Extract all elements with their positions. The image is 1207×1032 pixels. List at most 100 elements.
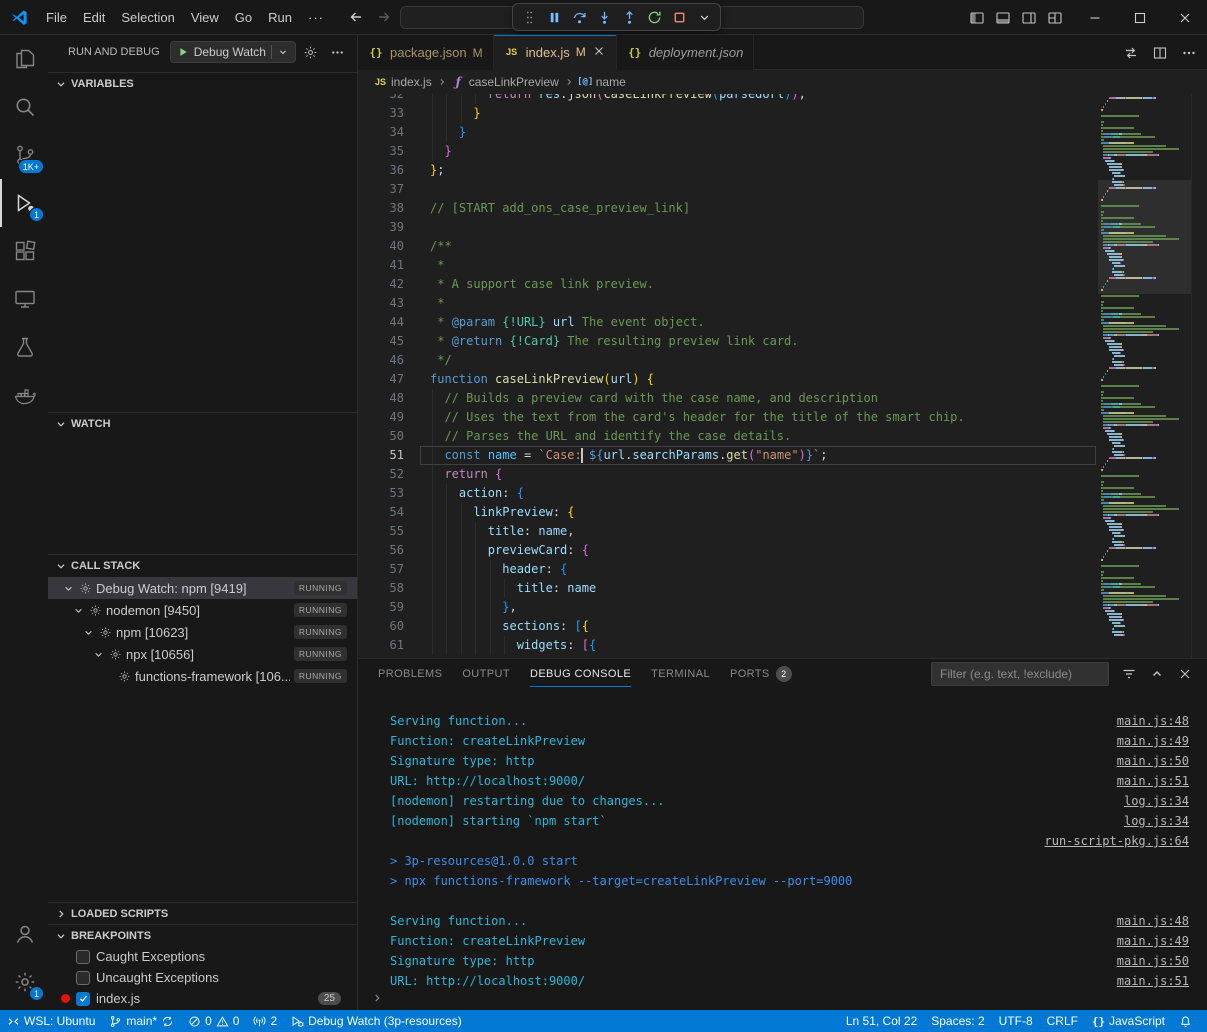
- line-number[interactable]: 48: [358, 389, 404, 408]
- close-window-icon[interactable]: [1177, 10, 1193, 26]
- editor-tab-deployment.json[interactable]: {}deployment.json: [617, 35, 755, 70]
- line-number[interactable]: 35: [358, 142, 404, 161]
- code-line-36[interactable]: 36};: [358, 161, 1098, 180]
- menu-go[interactable]: Go: [227, 7, 260, 28]
- activity-run-and-debug[interactable]: 1: [0, 179, 48, 227]
- code-line-53[interactable]: 53 action: {: [358, 484, 1098, 503]
- code-line-34[interactable]: 34 }: [358, 123, 1098, 142]
- source-link[interactable]: main.js:51: [1117, 971, 1189, 991]
- code-line-46[interactable]: 46 */: [358, 351, 1098, 370]
- code-line-38[interactable]: 38// [START add_ons_case_preview_link]: [358, 199, 1098, 218]
- source-link[interactable]: main.js:49: [1117, 731, 1189, 751]
- breakpoint-row[interactable]: Caught Exceptions: [48, 946, 357, 967]
- start-debugging-icon[interactable]: [177, 46, 189, 58]
- close-panel-icon[interactable]: [1177, 666, 1193, 682]
- line-number[interactable]: 46: [358, 351, 404, 370]
- maximize-panel-icon[interactable]: [1149, 666, 1165, 682]
- source-link[interactable]: main.js:48: [1117, 911, 1189, 931]
- customize-layout-icon[interactable]: [1047, 10, 1063, 26]
- source-link[interactable]: log.js:34: [1124, 791, 1189, 811]
- line-number[interactable]: 47: [358, 370, 404, 389]
- breadcrumb-item[interactable]: ƒcaseLinkPreview: [452, 75, 559, 89]
- code-line-60[interactable]: 60 sections: [{: [358, 617, 1098, 636]
- overview-ruler[interactable]: [1191, 94, 1207, 658]
- activity-testing[interactable]: [0, 323, 48, 371]
- debug-console-output[interactable]: Serving function...main.js:48Function: c…: [358, 689, 1207, 991]
- line-number[interactable]: 34: [358, 123, 404, 142]
- breakpoint-checkbox[interactable]: [76, 971, 90, 985]
- chevron-down-icon[interactable]: [277, 46, 289, 58]
- breadcrumb-item[interactable]: [@]name: [579, 75, 626, 89]
- line-number[interactable]: 59: [358, 598, 404, 617]
- code-line-43[interactable]: 43 *: [358, 294, 1098, 313]
- code-line-35[interactable]: 35 }: [358, 142, 1098, 161]
- pause-button[interactable]: [543, 6, 565, 28]
- editor-more-icon[interactable]: [1181, 45, 1197, 61]
- code-line-61[interactable]: 61 widgets: [{: [358, 636, 1098, 655]
- stop-button[interactable]: [668, 6, 690, 28]
- filter-icon[interactable]: [1121, 666, 1137, 682]
- activity-settings[interactable]: 1: [0, 958, 48, 1006]
- step-out-button[interactable]: [618, 6, 640, 28]
- go-back-button[interactable]: [348, 9, 364, 25]
- status-problems[interactable]: 00: [181, 1010, 246, 1032]
- code-line-39[interactable]: 39: [358, 218, 1098, 237]
- drag-grip-icon[interactable]: [518, 6, 540, 28]
- line-number[interactable]: 33: [358, 104, 404, 123]
- code-line-51[interactable]: 51 const name = `Case: ${url.searchParam…: [358, 446, 1098, 465]
- call-stack-session[interactable]: nodemon [9450]RUNNING: [48, 599, 357, 621]
- code-line-59[interactable]: 59 },: [358, 598, 1098, 617]
- activity-extensions[interactable]: [0, 227, 48, 275]
- code-line-44[interactable]: 44 * @param {!URL} url The event object.: [358, 313, 1098, 332]
- menu-run[interactable]: Run: [260, 7, 300, 28]
- source-link[interactable]: main.js:50: [1117, 951, 1189, 971]
- panel-tab-debug-console[interactable]: DEBUG CONSOLE: [530, 659, 631, 689]
- breadcrumb-item[interactable]: JSindex.js: [374, 75, 432, 89]
- source-link[interactable]: run-script-pkg.js:64: [1045, 831, 1190, 851]
- status-branch[interactable]: main*: [102, 1010, 181, 1032]
- activity-docker[interactable]: [0, 371, 48, 419]
- line-number[interactable]: 32: [358, 94, 404, 104]
- line-number[interactable]: 45: [358, 332, 404, 351]
- status-remote[interactable]: WSL: Ubuntu: [0, 1010, 102, 1032]
- activity-accounts[interactable]: [0, 910, 48, 958]
- line-number[interactable]: 58: [358, 579, 404, 598]
- toggle-primary-sidebar-icon[interactable]: [969, 10, 985, 26]
- activity-explorer[interactable]: [0, 35, 48, 83]
- source-link[interactable]: main.js:48: [1117, 711, 1189, 731]
- code-editor[interactable]: 32 return res.json(caseLinkPreview(parse…: [358, 94, 1207, 658]
- code-line-49[interactable]: 49 // Uses the text from the card's head…: [358, 408, 1098, 427]
- line-number[interactable]: 42: [358, 275, 404, 294]
- debug-console-input[interactable]: [370, 991, 384, 1008]
- session-picker-chevron[interactable]: [693, 6, 715, 28]
- code-line-32[interactable]: 32 return res.json(caseLinkPreview(parse…: [358, 94, 1098, 104]
- split-editor-icon[interactable]: [1152, 45, 1168, 61]
- minimap[interactable]: [1098, 94, 1191, 658]
- section-loaded-scripts[interactable]: LOADED SCRIPTS: [48, 902, 357, 924]
- source-link[interactable]: log.js:34: [1124, 811, 1189, 831]
- code-line-48[interactable]: 48 // Builds a preview card with the cas…: [358, 389, 1098, 408]
- call-stack-session[interactable]: functions-framework [106...RUNNING: [48, 665, 357, 687]
- code-line-40[interactable]: 40/**: [358, 237, 1098, 256]
- step-over-button[interactable]: [568, 6, 590, 28]
- code-line-37[interactable]: 37: [358, 180, 1098, 199]
- status-debug-session[interactable]: Debug Watch (3p-resources): [284, 1010, 469, 1032]
- maximize-icon[interactable]: [1132, 10, 1148, 26]
- status-eol[interactable]: CRLF: [1040, 1010, 1085, 1032]
- breakpoint-checkbox[interactable]: [76, 950, 90, 964]
- menu-file[interactable]: File: [38, 7, 75, 28]
- views-more-icon[interactable]: [330, 45, 345, 60]
- debug-launch-dropdown[interactable]: Debug Watch: [170, 41, 296, 63]
- step-into-button[interactable]: [593, 6, 615, 28]
- call-stack-session[interactable]: npx [10656]RUNNING: [48, 643, 357, 665]
- line-number[interactable]: 52: [358, 465, 404, 484]
- line-number[interactable]: 50: [358, 427, 404, 446]
- line-number[interactable]: 54: [358, 503, 404, 522]
- line-number[interactable]: 43: [358, 294, 404, 313]
- toggle-panel-icon[interactable]: [995, 10, 1011, 26]
- close-tab-icon[interactable]: [592, 44, 606, 61]
- status-encoding[interactable]: UTF-8: [992, 1010, 1040, 1032]
- source-link[interactable]: main.js:50: [1117, 751, 1189, 771]
- editor-tab-index.js[interactable]: JSindex.jsM: [494, 35, 617, 70]
- line-number[interactable]: 55: [358, 522, 404, 541]
